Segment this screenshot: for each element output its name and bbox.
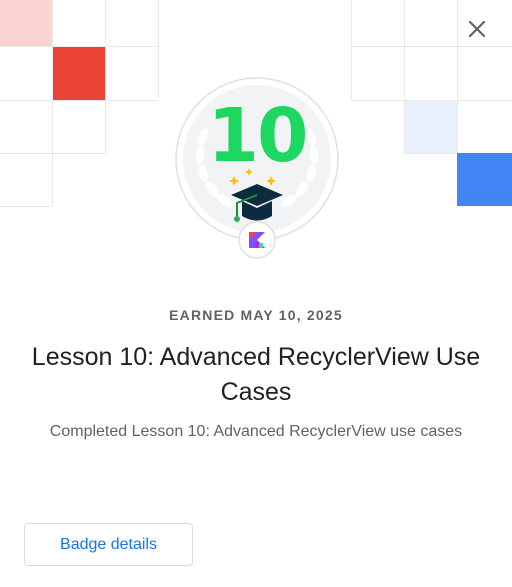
grid-tile-light-blue xyxy=(404,100,457,153)
badge-details-button[interactable]: Badge details xyxy=(24,523,193,566)
badge-description: Completed Lesson 10: Advanced RecyclerVi… xyxy=(49,423,463,440)
grid-tile-pink xyxy=(0,0,52,46)
close-icon xyxy=(468,20,486,38)
badge-dialog: 10 EARNED MAY 10, 2025 Lesson 10: Advanc… xyxy=(0,0,512,587)
grid-tile-blue xyxy=(457,153,512,206)
earned-date: EARNED MAY 10, 2025 xyxy=(169,307,343,323)
close-button[interactable] xyxy=(460,12,494,46)
badge-number: 10 xyxy=(208,93,307,179)
grid-tile-red xyxy=(52,47,105,100)
badge-title: Lesson 10: Advanced RecyclerView Use Cas… xyxy=(31,343,481,406)
badge-emblem: 10 xyxy=(175,77,339,259)
